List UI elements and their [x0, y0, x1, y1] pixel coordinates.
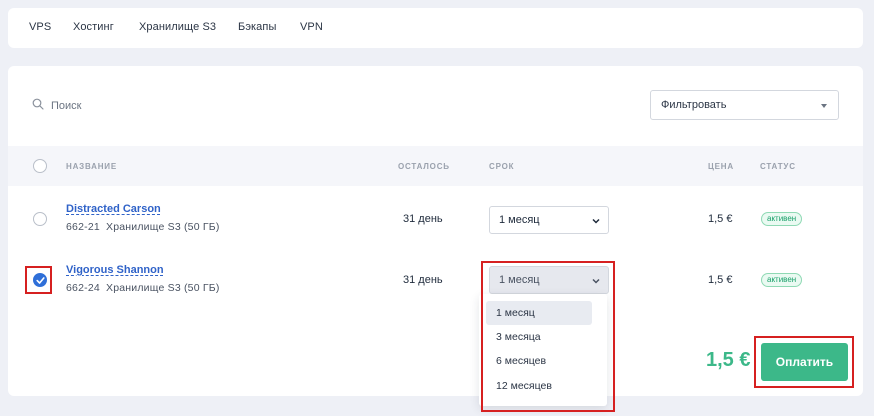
search-icon — [32, 97, 44, 115]
status-badge: активен — [761, 212, 803, 226]
price: 1,5 € — [708, 213, 733, 225]
header-name: НАЗВАНИЕ — [66, 162, 117, 171]
filter-label: Фильтровать — [661, 99, 727, 111]
term-option[interactable]: 12 месяцев — [486, 374, 592, 398]
total-amount: 1,5 € — [706, 349, 751, 371]
product-tabs: VPS Хостинг Хранилище S3 Бэкапы VPN — [8, 8, 863, 48]
remaining-days: 31 день — [403, 213, 443, 225]
check-icon — [36, 277, 45, 284]
header-term: СРОК — [489, 162, 515, 171]
services-card: Фильтровать НАЗВАНИЕ ОСТАЛОСЬ СРОК ЦЕНА … — [8, 66, 863, 396]
tab-hosting[interactable]: Хостинг — [73, 21, 114, 33]
service-description: Хранилище S3 (50 ГБ) — [106, 282, 220, 294]
tab-vps[interactable]: VPS — [29, 21, 51, 33]
header-status: СТАТУС — [760, 162, 796, 171]
term-option[interactable]: 6 месяцев — [486, 349, 592, 373]
tab-backups[interactable]: Бэкапы — [238, 21, 276, 33]
service-description: Хранилище S3 (50 ГБ) — [106, 221, 220, 233]
term-select[interactable]: 1 месяц — [489, 266, 609, 294]
term-dropdown-menu: 1 месяц 3 месяца 6 месяцев 12 месяцев — [479, 294, 607, 406]
tab-s3-storage[interactable]: Хранилище S3 — [139, 21, 216, 33]
pay-button[interactable]: Оплатить — [761, 343, 848, 381]
chevron-down-icon — [592, 218, 600, 224]
search-input[interactable] — [51, 100, 251, 112]
term-value: 1 месяц — [499, 274, 540, 286]
row-checkbox[interactable] — [33, 273, 47, 287]
search-box[interactable] — [32, 98, 251, 114]
chevron-down-icon — [592, 278, 600, 284]
header-remaining: ОСТАЛОСЬ — [398, 162, 450, 171]
caret-down-icon — [821, 104, 827, 108]
service-name-link[interactable]: Distracted Carson — [66, 203, 161, 215]
term-value: 1 месяц — [499, 214, 540, 226]
filter-select[interactable]: Фильтровать — [650, 90, 839, 120]
term-select[interactable]: 1 месяц — [489, 206, 609, 234]
service-name-link[interactable]: Vigorous Shannon — [66, 264, 164, 276]
price: 1,5 € — [708, 274, 733, 286]
header-price: ЦЕНА — [708, 162, 734, 171]
service-id: 662-21 — [66, 221, 100, 233]
select-all-checkbox[interactable] — [33, 159, 47, 173]
term-option[interactable]: 3 месяца — [486, 325, 592, 349]
term-option[interactable]: 1 месяц — [486, 301, 592, 325]
tab-vpn[interactable]: VPN — [300, 21, 323, 33]
service-id: 662-24 — [66, 282, 100, 294]
status-badge: активен — [761, 273, 803, 287]
table-header: НАЗВАНИЕ ОСТАЛОСЬ СРОК ЦЕНА СТАТУС — [8, 146, 863, 186]
row-checkbox[interactable] — [33, 212, 47, 226]
remaining-days: 31 день — [403, 274, 443, 286]
